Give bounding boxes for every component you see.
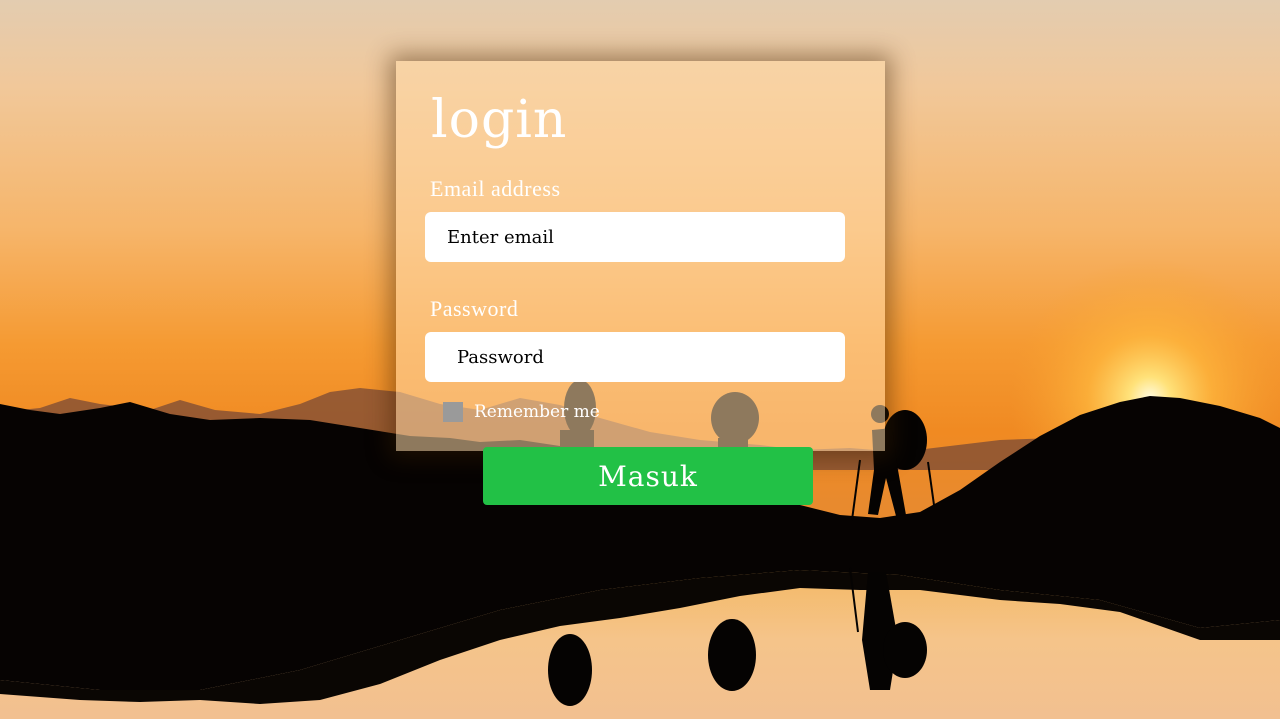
remember-me-checkbox[interactable]	[443, 402, 463, 422]
remember-me-row: Remember me	[443, 401, 600, 423]
submit-button[interactable]: Masuk	[483, 447, 813, 505]
login-title: login	[431, 90, 568, 150]
password-field[interactable]	[425, 332, 845, 382]
remember-me-label: Remember me	[474, 402, 600, 422]
email-field[interactable]	[425, 212, 845, 262]
password-label: Password	[430, 296, 519, 321]
login-card: login Email address Password Remember me	[396, 61, 885, 451]
email-label: Email address	[430, 176, 561, 201]
